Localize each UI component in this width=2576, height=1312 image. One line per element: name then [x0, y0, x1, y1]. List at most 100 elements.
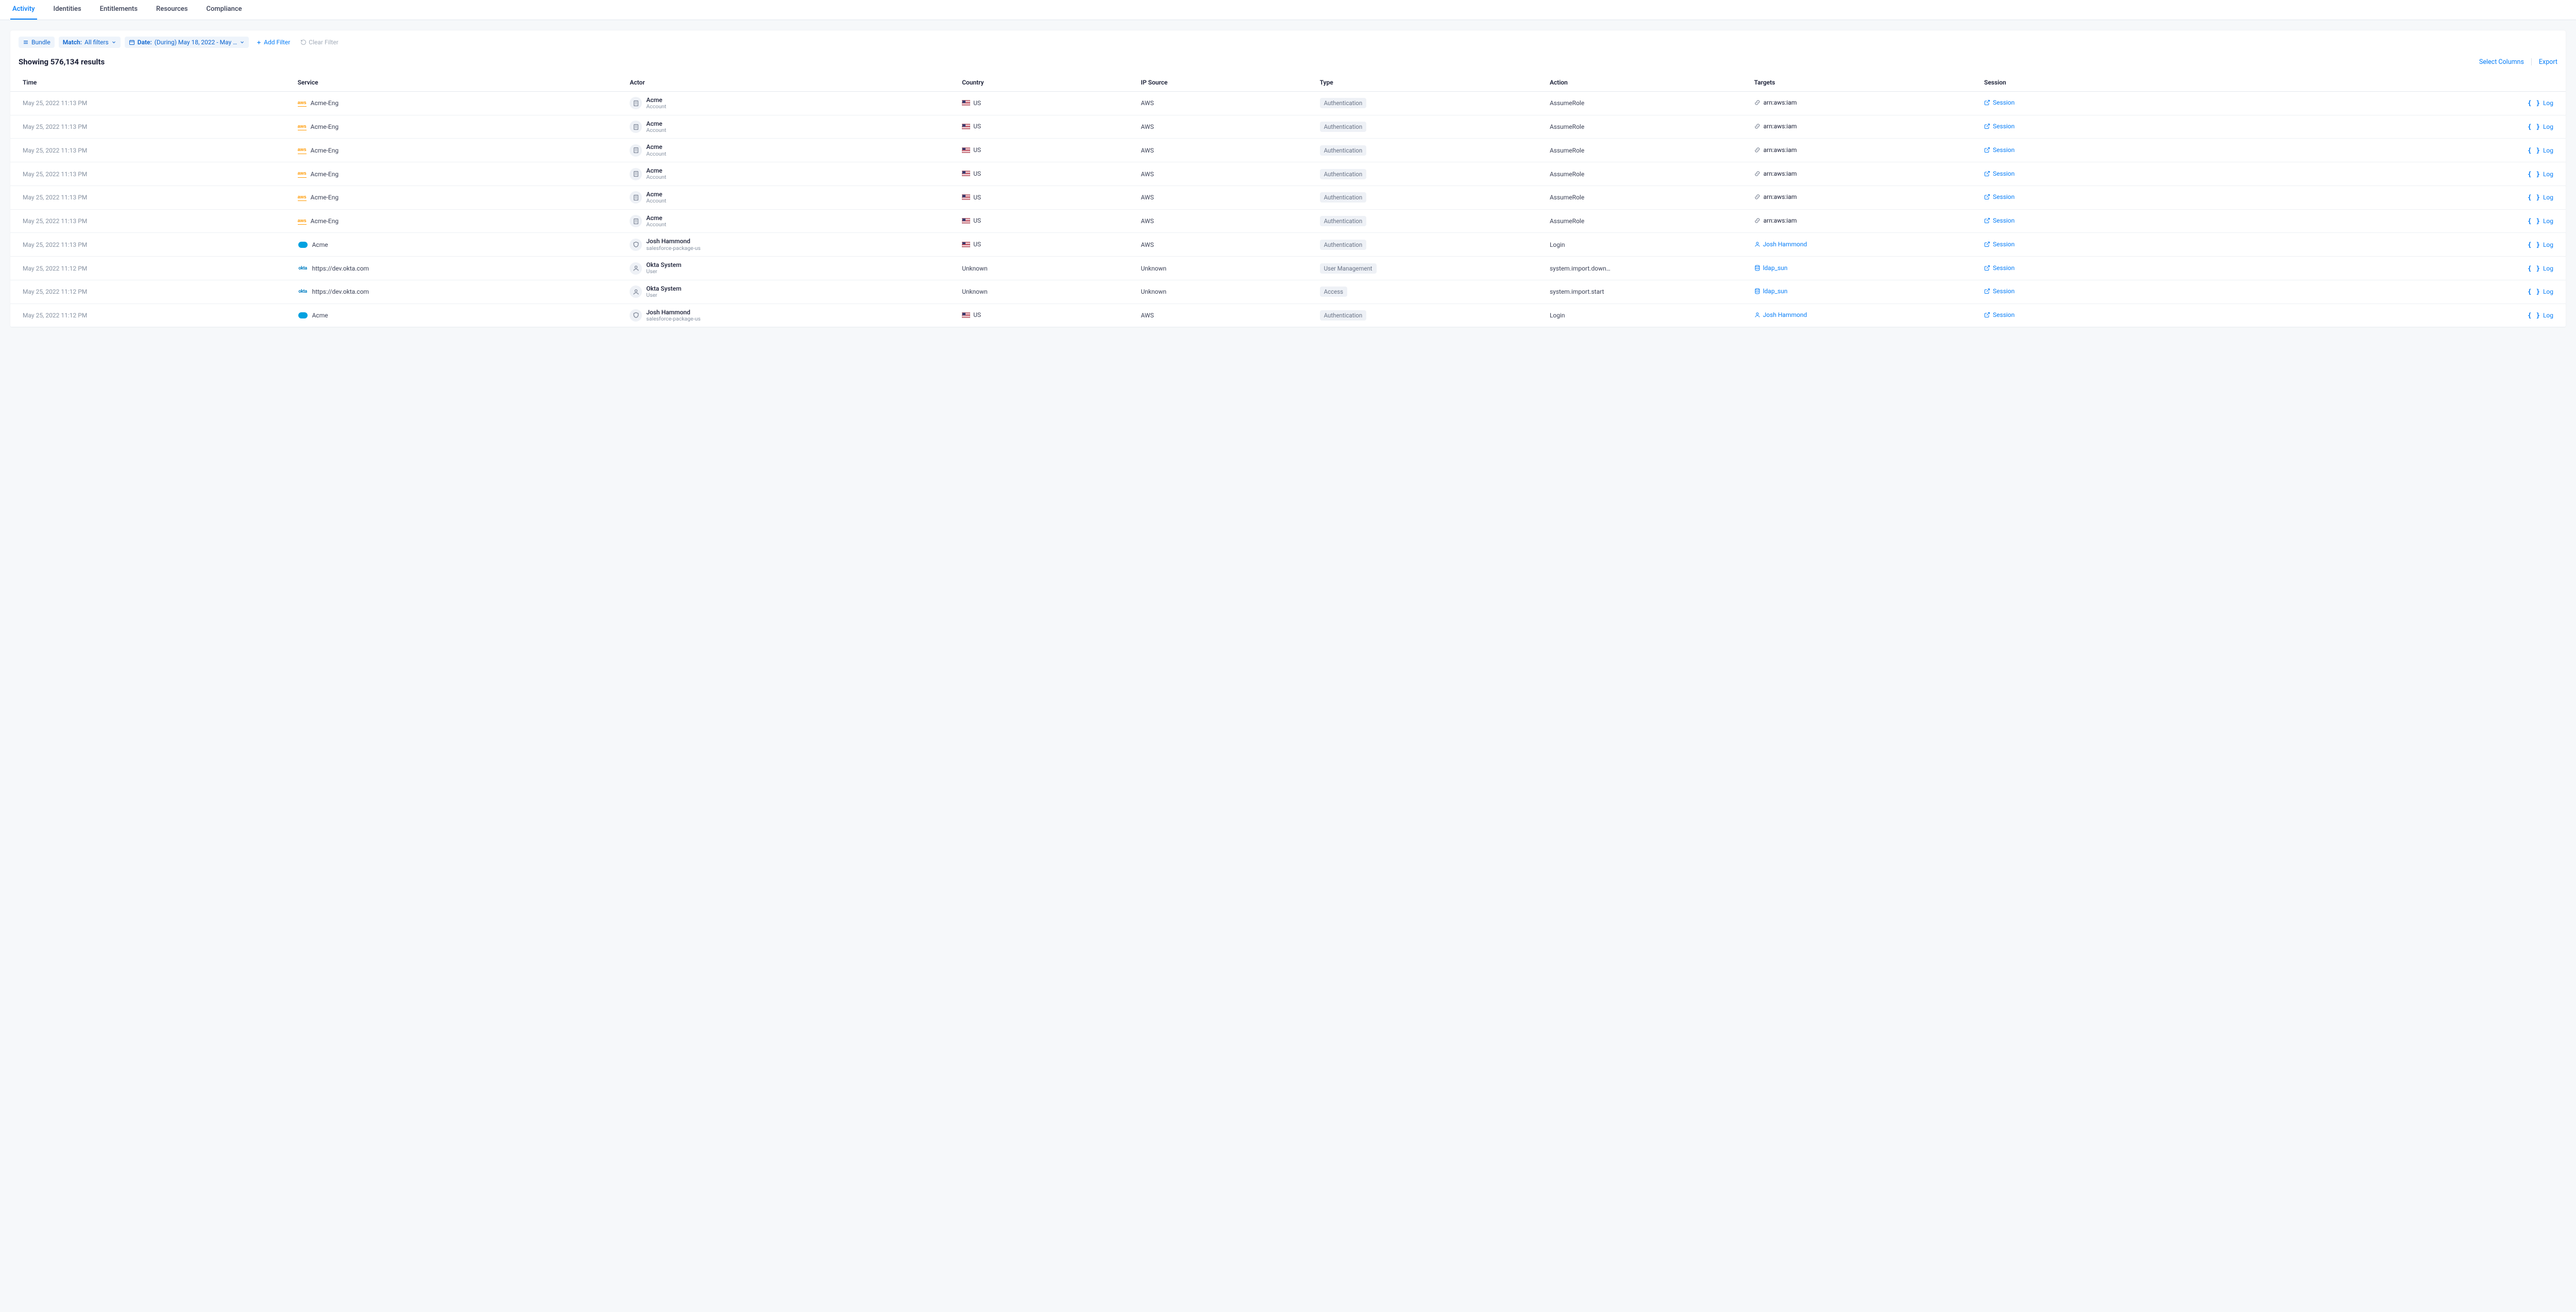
service-name: Acme-Eng — [311, 147, 339, 154]
session-label: Session — [1993, 146, 2014, 154]
cell-type: Authentication — [1314, 139, 1544, 162]
log-link[interactable]: { }Log — [2528, 288, 2553, 295]
target-link[interactable]: Josh Hammond — [1754, 241, 1807, 248]
table-row[interactable]: May 25, 2022 11:13 PMawsAcme-EngAcmeAcco… — [10, 92, 2566, 115]
target-link[interactable]: Josh Hammond — [1754, 311, 1807, 318]
log-link[interactable]: { }Log — [2528, 312, 2553, 319]
log-link[interactable]: { }Log — [2528, 99, 2553, 107]
table-row[interactable]: May 25, 2022 11:13 PMawsAcme-EngAcmeAcco… — [10, 115, 2566, 139]
actor-icon — [630, 262, 642, 275]
table-row[interactable]: May 25, 2022 11:12 PMoktahttps://dev.okt… — [10, 280, 2566, 304]
column-header[interactable]: Country — [956, 74, 1134, 92]
tab-identities[interactable]: Identities — [52, 0, 83, 20]
cell-targets: arn:aws:iam — [1748, 209, 1978, 233]
table-row[interactable]: May 25, 2022 11:12 PMAcmeJosh Hammondsal… — [10, 304, 2566, 327]
log-link[interactable]: { }Log — [2528, 147, 2553, 154]
column-header[interactable]: Actor — [623, 74, 956, 92]
log-label: Log — [2543, 194, 2553, 201]
braces-icon: { } — [2528, 123, 2540, 130]
column-header[interactable]: IP Source — [1134, 74, 1313, 92]
session-link[interactable]: Session — [1984, 123, 2014, 130]
target-link[interactable]: ldap_sun — [1754, 264, 1788, 272]
session-link[interactable]: Session — [1984, 217, 2014, 224]
session-link[interactable]: Session — [1984, 99, 2014, 106]
cell-time: May 25, 2022 11:12 PM — [10, 304, 292, 327]
service-name: Acme-Eng — [311, 123, 339, 130]
column-header[interactable]: Session — [1978, 74, 2310, 92]
calendar-icon — [129, 39, 135, 45]
target-link[interactable]: ldap_sun — [1754, 288, 1788, 295]
session-link[interactable]: Session — [1984, 311, 2014, 318]
tab-activity[interactable]: Activity — [10, 0, 37, 20]
column-header[interactable]: Targets — [1748, 74, 1978, 92]
table-row[interactable]: May 25, 2022 11:13 PMawsAcme-EngAcmeAcco… — [10, 209, 2566, 233]
log-link[interactable]: { }Log — [2528, 194, 2553, 201]
tab-resources[interactable]: Resources — [154, 0, 190, 20]
log-link[interactable]: { }Log — [2528, 241, 2553, 248]
table-row[interactable]: May 25, 2022 11:13 PMawsAcme-EngAcmeAcco… — [10, 139, 2566, 162]
tab-entitlements[interactable]: Entitlements — [98, 0, 140, 20]
log-link[interactable]: { }Log — [2528, 217, 2553, 225]
cell-targets: arn:aws:iam — [1748, 139, 1978, 162]
cell-targets: ldap_sun — [1748, 257, 1978, 280]
table-row[interactable]: May 25, 2022 11:13 PMAcmeJosh Hammondsal… — [10, 233, 2566, 257]
type-badge: Authentication — [1320, 310, 1367, 321]
clear-filter-button: Clear Filter — [297, 37, 342, 48]
column-header[interactable]: Type — [1314, 74, 1544, 92]
cell-actor: AcmeAccount — [623, 92, 956, 115]
session-link[interactable]: Session — [1984, 170, 2014, 177]
date-filter-chip[interactable]: Date: (During) May 18, 2022 - May … — [125, 37, 249, 48]
cell-session: Session — [1978, 186, 2310, 209]
column-header-log — [2310, 74, 2566, 92]
session-link[interactable]: Session — [1984, 193, 2014, 200]
cell-log: { }Log — [2310, 115, 2566, 139]
session-link[interactable]: Session — [1984, 288, 2014, 295]
log-label: Log — [2543, 241, 2553, 248]
country-label: US — [973, 123, 981, 130]
table-row[interactable]: May 25, 2022 11:12 PMoktahttps://dev.okt… — [10, 257, 2566, 280]
target-label: arn:aws:iam — [1764, 99, 1797, 106]
log-label: Log — [2543, 217, 2553, 225]
target-icon — [1754, 171, 1760, 177]
export-button[interactable]: Export — [2539, 58, 2557, 66]
target-icon — [1754, 288, 1760, 294]
column-header[interactable]: Action — [1544, 74, 1748, 92]
cell-session: Session — [1978, 139, 2310, 162]
table-row[interactable]: May 25, 2022 11:13 PMawsAcme-EngAcmeAcco… — [10, 186, 2566, 209]
actor-sub: salesforce-package-us — [646, 245, 700, 251]
actor-sub: Account — [646, 222, 666, 228]
column-header[interactable]: Service — [292, 74, 624, 92]
table-row[interactable]: May 25, 2022 11:13 PMawsAcme-EngAcmeAcco… — [10, 162, 2566, 186]
cell-service: oktahttps://dev.okta.com — [292, 280, 624, 304]
type-badge: Authentication — [1320, 145, 1367, 156]
log-link[interactable]: { }Log — [2528, 123, 2553, 130]
log-link[interactable]: { }Log — [2528, 171, 2553, 178]
cell-action: AssumeRole — [1544, 209, 1748, 233]
log-link[interactable]: { }Log — [2528, 265, 2553, 272]
aws-logo-icon: aws — [298, 99, 307, 107]
target-link: arn:aws:iam — [1754, 217, 1797, 224]
cell-targets: arn:aws:iam — [1748, 162, 1978, 186]
target-icon — [1754, 194, 1760, 200]
cell-time: May 25, 2022 11:12 PM — [10, 280, 292, 304]
bundle-chip[interactable]: Bundle — [19, 37, 55, 48]
cell-country: US — [956, 162, 1134, 186]
column-header[interactable]: Time — [10, 74, 292, 92]
match-filter-chip[interactable]: Match: All filters — [59, 37, 121, 48]
cell-service: awsAcme-Eng — [292, 162, 624, 186]
session-link[interactable]: Session — [1984, 241, 2014, 248]
session-link[interactable]: Session — [1984, 264, 2014, 272]
cell-targets: arn:aws:iam — [1748, 115, 1978, 139]
add-filter-button[interactable]: Add Filter — [253, 37, 293, 48]
cell-log: { }Log — [2310, 233, 2566, 257]
cell-targets: arn:aws:iam — [1748, 92, 1978, 115]
target-icon — [1754, 99, 1760, 106]
results-panel: Bundle Match: All filters Date: (During)… — [10, 30, 2566, 327]
cell-session: Session — [1978, 280, 2310, 304]
target-link: arn:aws:iam — [1754, 170, 1797, 177]
session-link[interactable]: Session — [1984, 146, 2014, 154]
select-columns-button[interactable]: Select Columns — [2479, 58, 2524, 66]
tab-compliance[interactable]: Compliance — [204, 0, 244, 20]
cell-type: Authentication — [1314, 209, 1544, 233]
cell-country: Unknown — [956, 257, 1134, 280]
